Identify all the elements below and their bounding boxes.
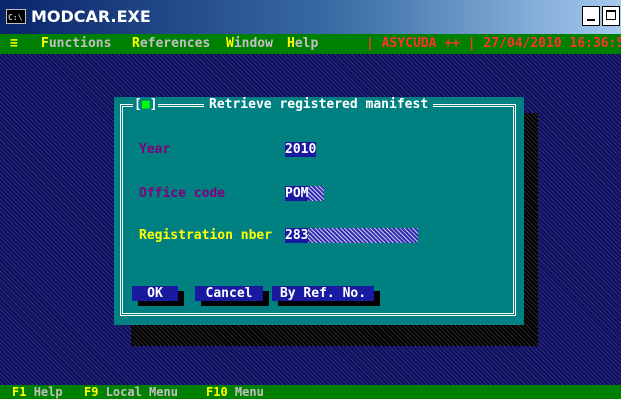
registration-number-blank bbox=[308, 228, 419, 243]
dialog-close-button[interactable]: [■] bbox=[133, 97, 159, 113]
dialog-title-bar: [■] Retrieve registered manifest bbox=[114, 97, 524, 113]
by-ref-button-shadow-right bbox=[374, 291, 380, 301]
retrieve-manifest-dialog: [■] Retrieve registered manifest Year 20… bbox=[114, 97, 524, 325]
system-menu-icon[interactable]: ≡ bbox=[10, 34, 18, 54]
menu-window-label: indow bbox=[233, 36, 273, 51]
status-menu-label: Menu bbox=[234, 385, 264, 399]
title-bar[interactable]: C:\ MODCAR.EXE bbox=[0, 0, 621, 34]
ok-button-shadow-right bbox=[178, 291, 184, 301]
menu-references-label: eferences bbox=[139, 36, 211, 51]
year-label: Year bbox=[139, 142, 171, 157]
window-title: MODCAR.EXE bbox=[31, 7, 151, 26]
menu-window[interactable]: Window bbox=[226, 34, 273, 54]
office-code-label: Office code bbox=[139, 186, 226, 201]
registration-number-value: 283 bbox=[285, 228, 309, 243]
registration-number-label: Registration nber bbox=[139, 228, 273, 243]
dos-screen: ≡ Functions References Window Help | ASY… bbox=[0, 34, 621, 399]
registration-number-field[interactable]: 283 bbox=[285, 228, 419, 243]
menu-help[interactable]: Help bbox=[287, 34, 318, 54]
ok-button-shadow bbox=[138, 301, 184, 306]
status-menu-key: F10 bbox=[206, 385, 228, 399]
ok-button[interactable]: OK bbox=[132, 286, 178, 301]
menu-functions[interactable]: Functions bbox=[41, 34, 111, 54]
maximize-button[interactable] bbox=[602, 6, 620, 26]
menu-references[interactable]: References bbox=[132, 34, 210, 54]
cancel-button[interactable]: Cancel bbox=[195, 286, 263, 301]
system-info-clock: | ASYCUDA ++ | 27/04/2010 16:36:5 bbox=[366, 36, 621, 51]
by-ref-button[interactable]: By Ref. No. bbox=[272, 286, 374, 301]
year-field[interactable]: 2010 bbox=[285, 142, 317, 157]
office-code-field[interactable]: POM bbox=[285, 186, 325, 201]
year-value: 2010 bbox=[285, 142, 317, 157]
dialog-title: Retrieve registered manifest bbox=[204, 97, 434, 113]
close-marker-icon: ■ bbox=[141, 97, 150, 112]
dialog-frame bbox=[120, 104, 516, 316]
console-app-icon[interactable]: C:\ bbox=[6, 9, 26, 24]
menu-bar: ≡ Functions References Window Help | ASY… bbox=[0, 34, 621, 54]
cancel-button-shadow bbox=[201, 301, 269, 306]
menu-help-hotkey: H bbox=[287, 36, 295, 51]
status-local-menu[interactable]: F9 Local Menu bbox=[84, 385, 178, 399]
console-window: C:\ MODCAR.EXE ≡ Functions References Wi… bbox=[0, 0, 621, 399]
by-ref-button-shadow bbox=[278, 301, 380, 306]
minimize-button[interactable] bbox=[582, 6, 600, 26]
menu-window-hotkey: W bbox=[226, 36, 234, 51]
status-bar: F1 Help F9 Local Menu F10 Menu bbox=[0, 385, 621, 399]
menu-functions-hotkey: F bbox=[41, 36, 49, 51]
menu-functions-label: unctions bbox=[48, 36, 112, 51]
office-code-value: POM bbox=[285, 186, 309, 201]
status-local-menu-label: Local Menu bbox=[105, 385, 178, 399]
status-help[interactable]: F1 Help bbox=[12, 385, 63, 399]
menu-references-hotkey: R bbox=[132, 36, 140, 51]
status-help-key: F1 bbox=[12, 385, 27, 399]
status-menu[interactable]: F10 Menu bbox=[206, 385, 264, 399]
cancel-button-shadow-right bbox=[263, 291, 269, 301]
office-code-blank bbox=[308, 186, 325, 201]
status-local-menu-key: F9 bbox=[84, 385, 99, 399]
menu-help-label: elp bbox=[294, 36, 319, 51]
status-help-label: Help bbox=[33, 385, 63, 399]
